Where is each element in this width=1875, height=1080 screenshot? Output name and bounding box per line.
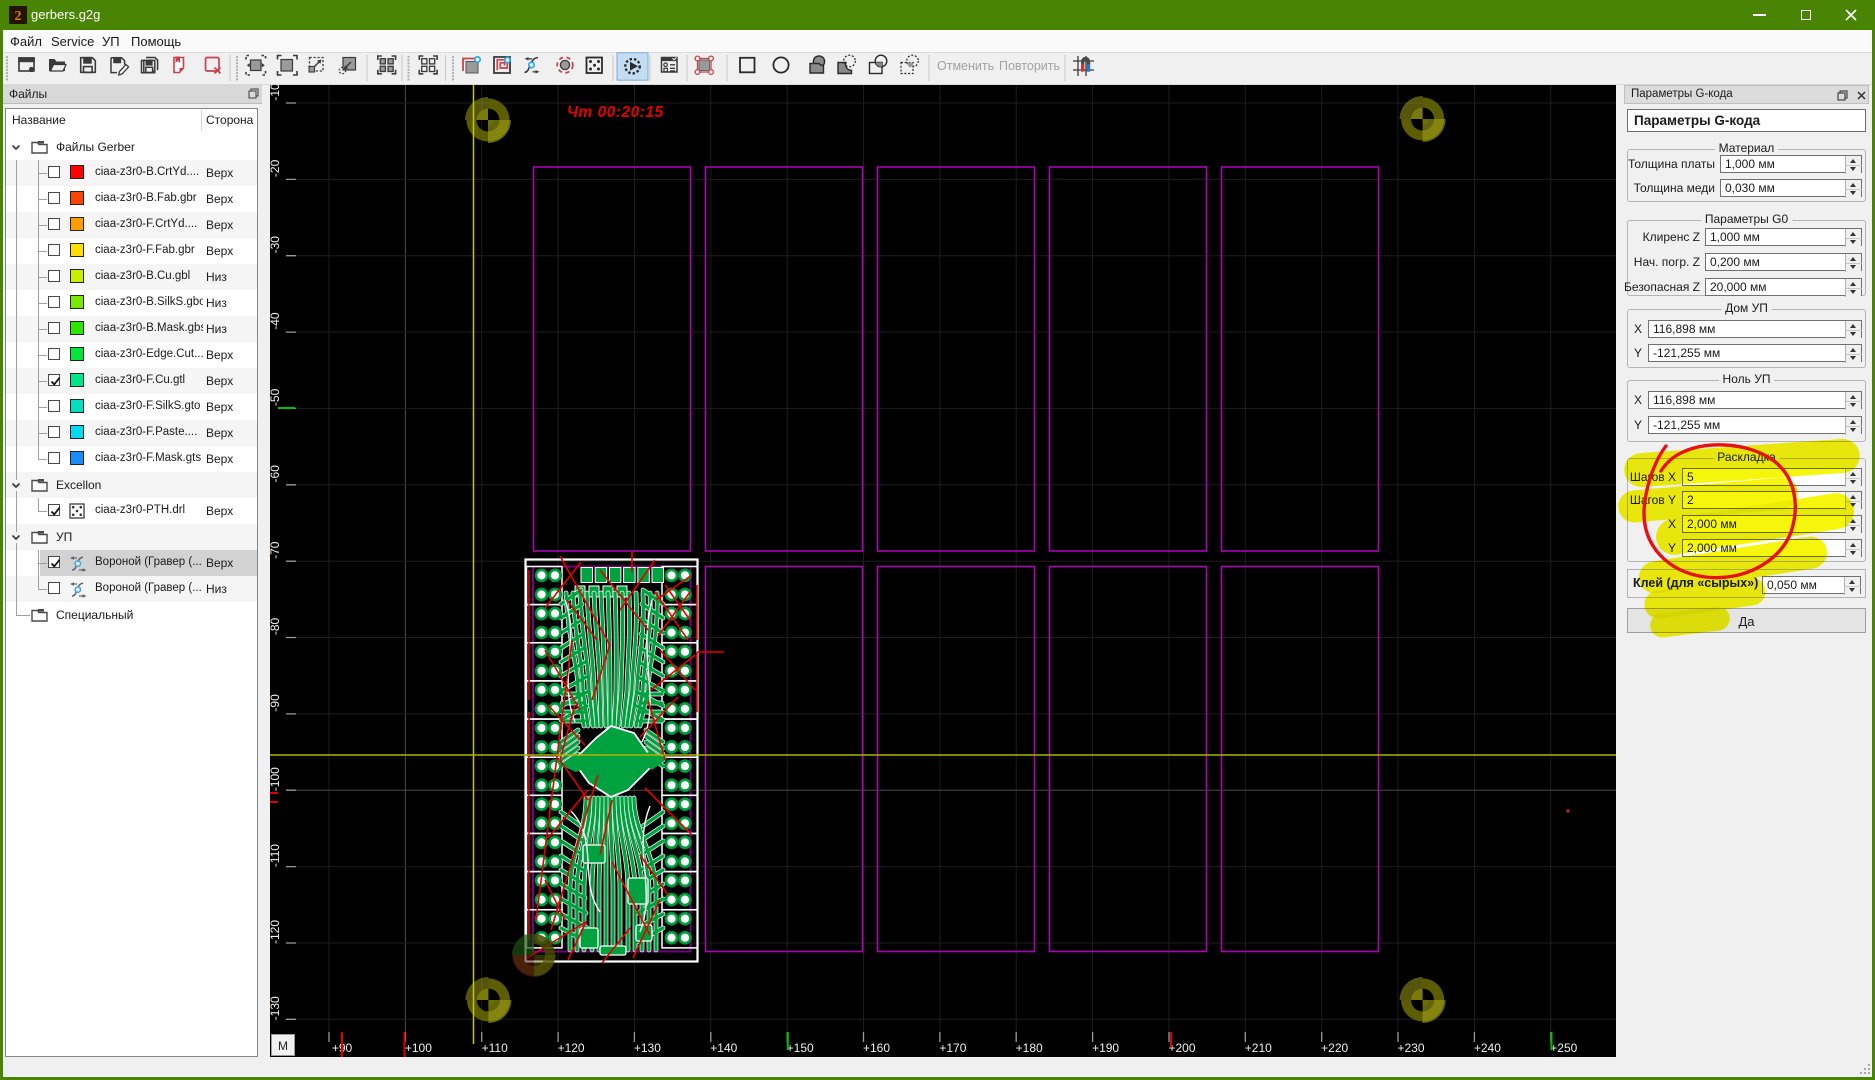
svg-text:-20: -20	[270, 159, 282, 177]
svg-text:-90: -90	[270, 694, 282, 712]
svg-text:+160: +160	[863, 1041, 890, 1055]
svg-text:-60: -60	[270, 465, 282, 483]
svg-text:+220: +220	[1321, 1041, 1348, 1055]
svg-text:-70: -70	[270, 541, 282, 559]
svg-text:M: M	[278, 1039, 288, 1053]
svg-text:-100: -100	[270, 767, 282, 791]
svg-text:+130: +130	[634, 1041, 661, 1055]
svg-text:-80: -80	[270, 618, 282, 636]
svg-text:Повторить: Повторить	[999, 59, 1060, 73]
svg-text:+120: +120	[558, 1041, 585, 1055]
svg-text:-50: -50	[270, 388, 282, 406]
svg-text:+200: +200	[1168, 1041, 1195, 1055]
svg-text:+150: +150	[787, 1041, 814, 1055]
svg-text:+250: +250	[1550, 1041, 1577, 1055]
svg-text:2: 2	[15, 9, 22, 24]
svg-text:+230: +230	[1397, 1041, 1424, 1055]
svg-text:+110: +110	[482, 1041, 508, 1055]
svg-text:-10: -10	[270, 85, 282, 101]
svg-text:-110: -110	[270, 844, 282, 867]
svg-text:+210: +210	[1245, 1041, 1272, 1055]
svg-text:-120: -120	[270, 920, 282, 944]
svg-text:-40: -40	[270, 312, 282, 330]
svg-text:Отменить: Отменить	[937, 59, 994, 73]
svg-text:+100: +100	[405, 1041, 432, 1055]
svg-text:Чт 00:20:15: Чт 00:20:15	[567, 104, 664, 121]
svg-text:+140: +140	[710, 1041, 737, 1055]
svg-text:+170: +170	[939, 1041, 966, 1055]
svg-text:-30: -30	[270, 236, 282, 254]
svg-text:+240: +240	[1474, 1041, 1501, 1055]
svg-text:-130: -130	[270, 996, 282, 1020]
svg-text:+190: +190	[1092, 1041, 1119, 1055]
svg-text:+180: +180	[1016, 1041, 1043, 1055]
